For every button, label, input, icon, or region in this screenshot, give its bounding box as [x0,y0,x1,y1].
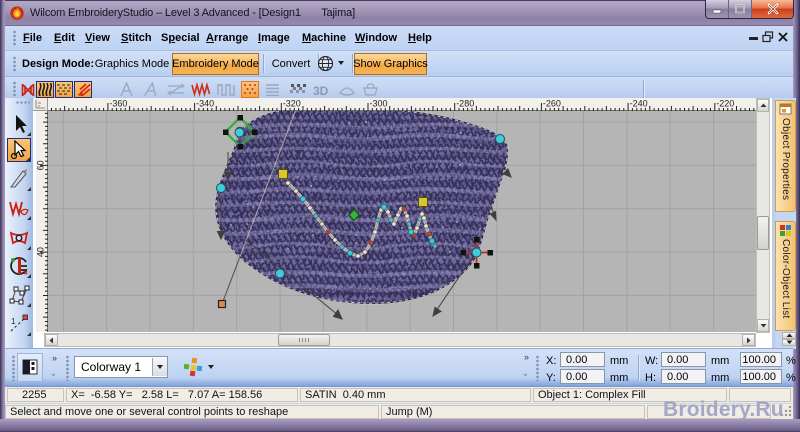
svg-text:1: 1 [11,317,16,326]
svg-text:-320: -320 [283,99,301,109]
svg-text:-300: -300 [370,99,388,109]
svg-text:-260: -260 [543,99,561,109]
svg-text:-220: -220 [716,99,734,109]
svg-text:-240: -240 [630,99,648,109]
svg-text:-280: -280 [456,99,474,109]
svg-text:-340: -340 [196,99,214,109]
svg-text:-360: -360 [109,99,127,109]
